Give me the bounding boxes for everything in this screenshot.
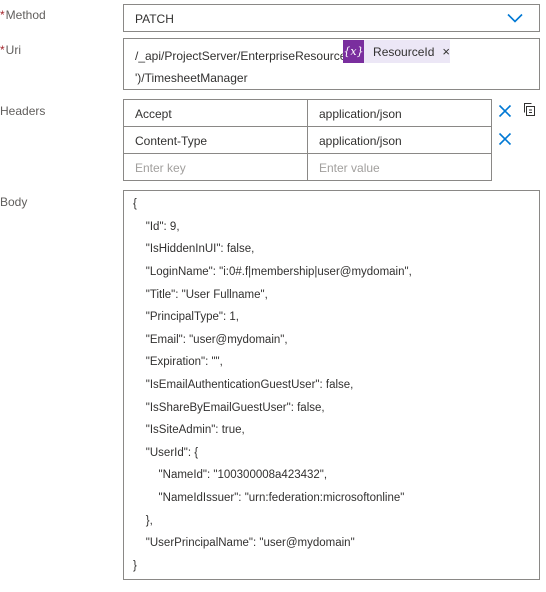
- header-key-input[interactable]: Accept: [123, 99, 308, 127]
- body-code-line: "IsShareByEmailGuestUser": false,: [133, 402, 325, 414]
- body-code-line: "Title": "User Fullname",: [133, 289, 268, 301]
- uri-label: *Uri: [0, 43, 21, 57]
- body-code-line: "Email": "user@mydomain",: [133, 334, 288, 346]
- header-value-input[interactable]: application/json: [307, 126, 492, 154]
- delete-header-icon[interactable]: [498, 104, 512, 118]
- body-code-line: {: [133, 198, 137, 210]
- body-code-line: "LoginName": "i:0#.f|membership|user@myd…: [133, 266, 412, 278]
- header-value-input[interactable]: application/json: [307, 99, 492, 127]
- body-label: Body: [0, 195, 28, 209]
- new-header-key-input[interactable]: Enter key: [123, 153, 308, 181]
- method-value: PATCH: [135, 12, 174, 26]
- body-code-line: "PrincipalType": 1,: [133, 311, 239, 323]
- method-dropdown[interactable]: PATCH: [123, 4, 540, 32]
- body-code-line: "Id": 9,: [133, 221, 180, 233]
- body-code-line: "IsSiteAdmin": true,: [133, 424, 245, 436]
- method-label: *Method: [0, 8, 46, 22]
- body-input[interactable]: { "Id": 9, "IsHiddenInUI": false, "Login…: [123, 190, 540, 580]
- variable-icon: {x}: [343, 40, 365, 63]
- dynamic-content-token[interactable]: {x} ResourceId ×: [343, 40, 450, 63]
- delete-header-icon[interactable]: [498, 132, 512, 146]
- uri-input[interactable]: /_api/ProjectServer/EnterpriseResources(…: [123, 38, 540, 90]
- token-label: ResourceId: [373, 44, 435, 59]
- headers-label: Headers: [0, 104, 46, 118]
- token-remove-icon[interactable]: ×: [442, 44, 450, 59]
- body-code-line: "NameId": "100300008a423432",: [133, 469, 328, 481]
- uri-text-line1: /_api/ProjectServer/EnterpriseResources(…: [135, 49, 359, 63]
- body-code-line: "UserId": {: [133, 447, 199, 459]
- body-code-line: },: [133, 515, 153, 527]
- body-code-line: "NameIdIssuer": "urn:federation:microsof…: [133, 492, 405, 504]
- body-code-line: }: [133, 560, 137, 572]
- copy-icon[interactable]: [522, 102, 537, 117]
- uri-text-line2: ')/TimesheetManager: [135, 71, 248, 85]
- chevron-down-icon: [507, 13, 523, 23]
- body-code-line: "UserPrincipalName": "user@mydomain": [133, 537, 355, 549]
- new-header-value-input[interactable]: Enter value: [307, 153, 492, 181]
- body-code-line: "IsHiddenInUI": false,: [133, 243, 255, 255]
- header-key-input[interactable]: Content-Type: [123, 126, 308, 154]
- body-code-line: "IsEmailAuthenticationGuestUser": false,: [133, 379, 354, 391]
- body-code-line: "Expiration": "",: [133, 356, 223, 368]
